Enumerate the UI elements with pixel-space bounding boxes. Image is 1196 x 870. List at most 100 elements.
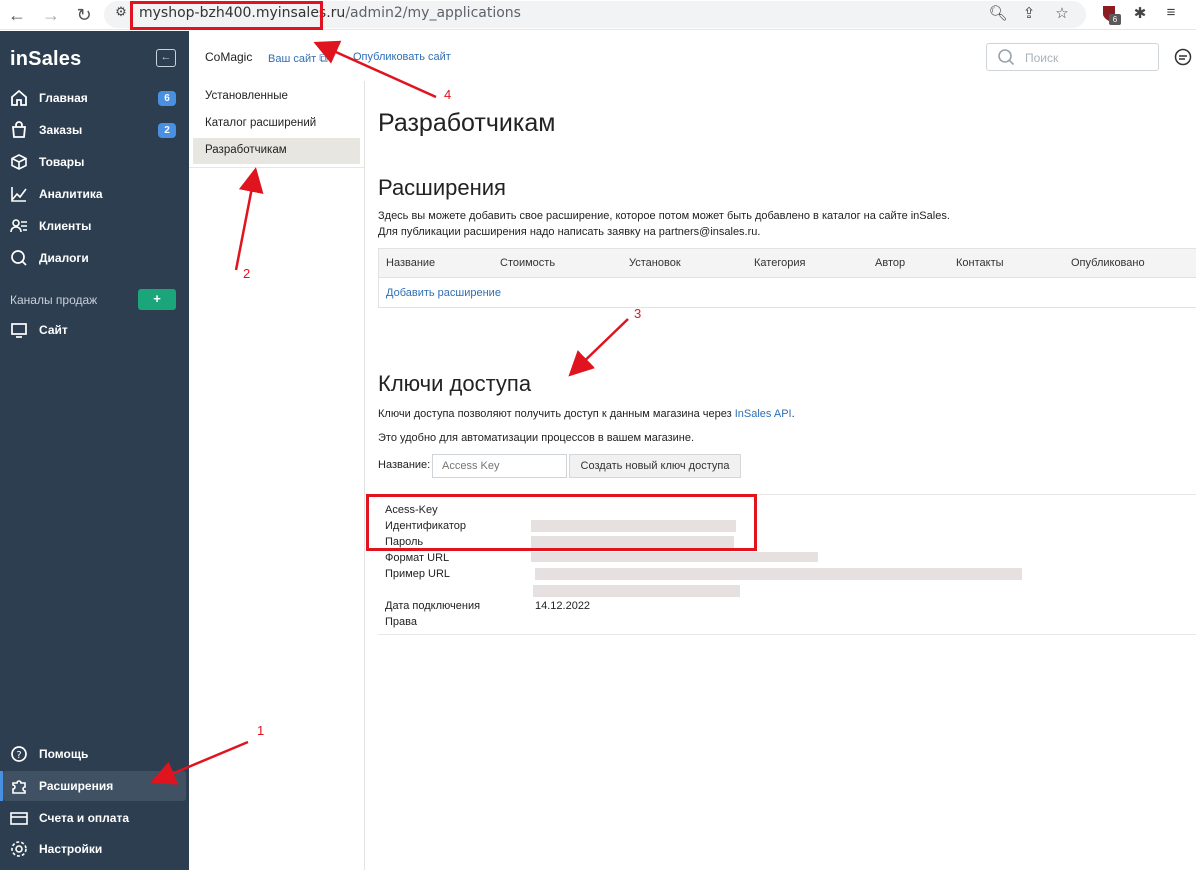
create-key-button[interactable]: Создать новый ключ доступа	[569, 454, 741, 478]
sidebar-item-dialogs[interactable]: Диалоги	[0, 243, 189, 273]
gear-icon	[11, 841, 27, 857]
annotation-url-box	[130, 1, 323, 30]
extensions-submenu: Установленные Каталог расширений Разрабо…	[189, 81, 365, 870]
column-header: Название	[386, 257, 436, 269]
submenu-item-label: Установленные	[205, 90, 288, 102]
logo[interactable]: inSales	[10, 48, 81, 71]
sidebar-item-billing[interactable]: Счета и оплата	[0, 803, 189, 833]
sidebar-item-label: Главная	[39, 91, 88, 105]
puzzle-icon	[12, 780, 26, 794]
your-site-label: Ваш сайт	[268, 53, 317, 65]
sidebar-item-label: Аналитика	[39, 187, 103, 201]
insales-api-link[interactable]: InSales API	[735, 408, 792, 420]
sidebar-item-label: Диалоги	[39, 251, 89, 265]
sidebar-item-label: Счета и оплата	[39, 811, 130, 825]
annotation-number-1: 1	[257, 723, 265, 738]
description-text: Ключи доступа позволяют получить доступ …	[378, 408, 735, 420]
dialog-icon	[11, 250, 27, 266]
your-site-link[interactable]: Ваш сайт ⧉	[268, 51, 328, 66]
bag-icon	[12, 121, 26, 138]
card-icon	[10, 812, 28, 825]
example-url-redacted	[535, 568, 1022, 580]
table-header: Название Стоимость Установок Категория А…	[379, 249, 1196, 278]
annotation-number-3: 3	[634, 306, 642, 321]
annotation-key-box	[366, 494, 757, 551]
submenu-divider	[189, 167, 364, 168]
help-icon: ?	[11, 746, 27, 762]
extensions-publish-note: Для публикации расширения надо написать …	[378, 226, 761, 238]
format-url-redacted	[531, 552, 818, 562]
main-content: Разработчикам Расширения Здесь вы можете…	[365, 81, 1196, 870]
connected-date-value: 14.12.2022	[535, 600, 591, 612]
submenu-item-catalog[interactable]: Каталог расширений	[193, 111, 360, 137]
access-keys-heading: Ключи доступа	[378, 371, 532, 396]
submenu-item-label: Разработчикам	[205, 144, 287, 156]
column-header: Опубликовано	[1071, 257, 1145, 269]
column-header: Стоимость	[500, 257, 556, 269]
forward-arrow-icon[interactable]: →	[40, 4, 62, 26]
sidebar-item-label: Сайт	[39, 323, 68, 337]
sidebar-item-analytics[interactable]: Аналитика	[0, 179, 189, 209]
column-header: Автор	[875, 257, 906, 269]
key-name-label: Название:	[378, 459, 431, 471]
home-badge: 6	[158, 91, 176, 106]
home-icon	[11, 89, 27, 106]
submenu-item-label: Каталог расширений	[205, 117, 317, 129]
format-url-label: Формат URL	[385, 552, 450, 564]
key-name-input[interactable]	[432, 454, 567, 478]
add-channel-button[interactable]: +	[138, 289, 176, 310]
publish-site-link[interactable]: Опубликовать сайт	[353, 51, 451, 63]
external-link-icon: ⧉	[319, 51, 328, 65]
sidebar-item-help[interactable]: ? Помощь	[0, 739, 189, 769]
extensions-heading: Расширения	[378, 175, 506, 200]
zoom-icon[interactable]: 🔍︎	[987, 4, 1009, 22]
sidebar-item-home[interactable]: Главная 6	[0, 83, 189, 113]
connected-date-label: Дата подключения	[385, 600, 481, 612]
access-keys-note: Это удобно для автоматизации процессов в…	[378, 432, 695, 444]
url-path: /admin2/my_applications	[345, 5, 521, 21]
extensions-table: Название Стоимость Установок Категория А…	[378, 248, 1196, 308]
rights-link[interactable]: Права	[385, 616, 417, 628]
sidebar-item-label: Клиенты	[39, 219, 92, 233]
reload-icon[interactable]: ↻	[73, 4, 95, 26]
sidebar-item-clients[interactable]: Клиенты	[0, 211, 189, 241]
description-suffix: .	[791, 408, 795, 420]
example-url-label: Пример URL	[385, 568, 451, 580]
share-icon[interactable]: ⇪	[1018, 4, 1040, 22]
search-icon	[998, 49, 1015, 66]
monitor-icon	[11, 323, 27, 338]
search-input[interactable]: Поиск	[986, 43, 1159, 71]
submenu-item-developers[interactable]: Разработчикам	[193, 138, 360, 164]
sidebar-item-orders[interactable]: Заказы 2	[0, 115, 189, 145]
access-keys-description: Ключи доступа позволяют получить доступ …	[378, 408, 795, 420]
column-header: Установок	[629, 257, 681, 269]
add-extension-link[interactable]: Добавить расширение	[386, 287, 501, 299]
sidebar-item-settings[interactable]: Настройки	[0, 834, 189, 864]
column-header: Контакты	[956, 257, 1004, 269]
site-info-icon[interactable]: ⚙	[110, 4, 132, 20]
column-header: Категория	[754, 257, 806, 269]
back-arrow-icon[interactable]: ←	[6, 4, 28, 26]
chat-icon[interactable]	[1174, 48, 1192, 66]
menu-icon[interactable]: ≡	[1160, 4, 1182, 21]
collapse-sidebar-button[interactable]: ←	[156, 49, 176, 67]
sidebar-item-label: Расширения	[39, 779, 114, 793]
sidebar: inSales ← Главная 6 Заказы 2 Товары Анал…	[0, 31, 189, 870]
clients-icon	[10, 219, 27, 233]
star-icon[interactable]: ☆	[1051, 4, 1073, 22]
sidebar-item-extensions[interactable]: Расширения	[0, 771, 186, 801]
puzzle-icon[interactable]: ✱	[1129, 4, 1151, 22]
sidebar-item-label: Настройки	[39, 842, 103, 856]
app-name[interactable]: CoMagic	[205, 50, 252, 64]
sidebar-item-site[interactable]: Сайт	[0, 315, 189, 345]
channels-label: Каналы продаж	[10, 293, 98, 307]
orders-badge: 2	[158, 123, 176, 138]
app-header: CoMagic Ваш сайт ⧉ Опубликовать сайт Пои…	[189, 31, 1196, 81]
svg-text:?: ?	[16, 750, 21, 761]
submenu-item-installed[interactable]: Установленные	[193, 84, 360, 110]
sidebar-item-label: Заказы	[39, 123, 83, 137]
sidebar-item-products[interactable]: Товары	[0, 147, 189, 177]
extension-badge: 6	[1109, 14, 1121, 25]
annotation-number-4: 4	[444, 87, 452, 102]
page-title: Разработчикам	[378, 109, 556, 137]
